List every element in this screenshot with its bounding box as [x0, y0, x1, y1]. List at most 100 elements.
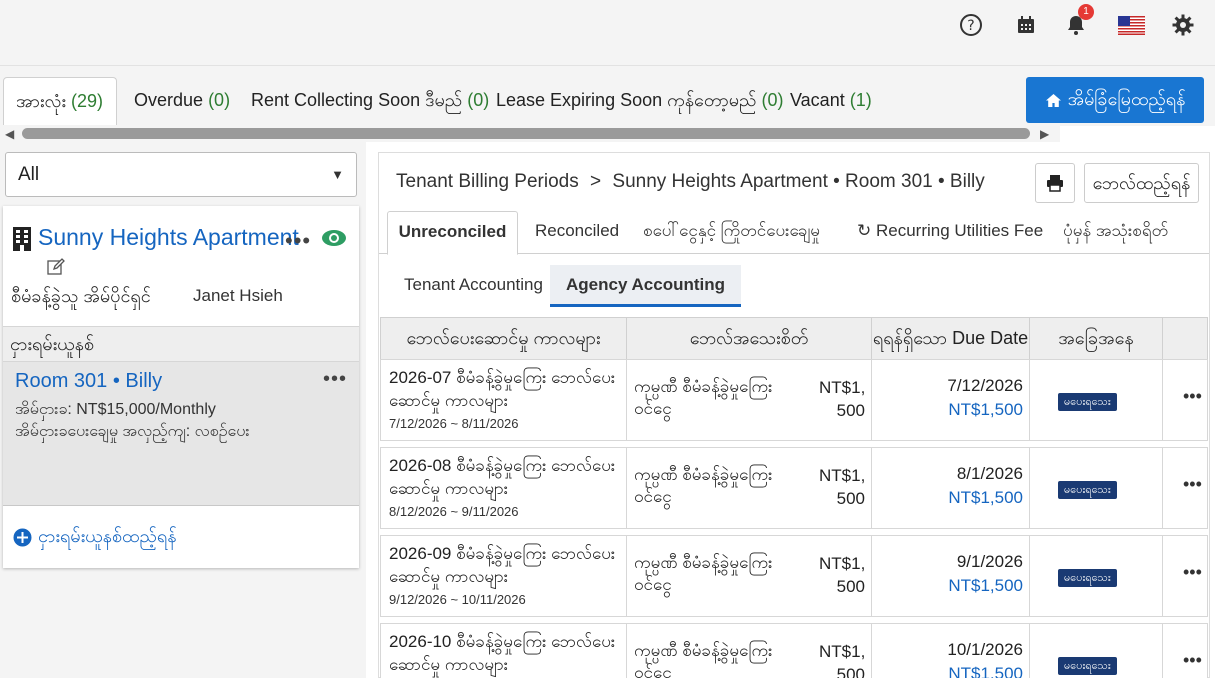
- billing-panel: Tenant Billing Periods > Sunny Heights A…: [378, 152, 1210, 678]
- notification-badge: 1: [1078, 4, 1094, 20]
- tab-vacant[interactable]: Vacant (1): [778, 77, 884, 125]
- row-more-icon[interactable]: •••: [1183, 474, 1202, 495]
- add-property-button[interactable]: အိမ်ခြံမြေထည့်ရန်: [1026, 77, 1204, 123]
- subtab-agency-accounting[interactable]: Agency Accounting: [550, 265, 741, 307]
- period-range: 9/12/2026 ~ 10/11/2026: [389, 592, 526, 607]
- due-cell: 10/1/2026 NT$1,500: [872, 624, 1030, 678]
- tab-label: Overdue: [134, 90, 204, 110]
- printer-icon: [1047, 175, 1063, 192]
- bill-item-name: ကုမ္ပဏီ စီမံခန့်ခွဲမှုကြေး ဝင်ငွေ: [634, 377, 773, 418]
- property-more-icon[interactable]: •••: [285, 228, 311, 254]
- title-separator: •: [112, 370, 120, 392]
- owner-name: Janet Hsieh: [193, 286, 283, 305]
- scrollbar-thumb[interactable]: [22, 128, 1030, 139]
- due-amount[interactable]: NT$1,500: [948, 576, 1023, 596]
- status-cell: မပေးရသေး: [1030, 448, 1163, 528]
- col-header-actions: [1163, 318, 1207, 359]
- due-cell: 8/1/2026 NT$1,500: [872, 448, 1030, 528]
- property-card: Sunny Heights Apartment ••• စီမံခန့်ခွဲသ…: [3, 206, 359, 568]
- calendar-icon[interactable]: [1013, 12, 1039, 38]
- row-more-icon[interactable]: •••: [1183, 562, 1202, 583]
- svg-text:?: ?: [967, 18, 974, 34]
- breadcrumb-root[interactable]: Tenant Billing Periods: [396, 171, 579, 192]
- tab-label: Vacant: [790, 90, 845, 110]
- plus-circle-icon: [13, 528, 32, 547]
- due-date: 10/1/2026: [947, 640, 1023, 659]
- eye-icon[interactable]: [321, 229, 347, 247]
- breadcrumb: Tenant Billing Periods > Sunny Heights A…: [396, 171, 985, 193]
- status-cell: မပေးရသေး: [1030, 624, 1163, 678]
- bell-icon[interactable]: 1: [1063, 4, 1094, 38]
- tab-count: (0): [208, 90, 231, 110]
- due-amount[interactable]: NT$1,500: [948, 664, 1023, 678]
- lease-unit-item[interactable]: Room 301 • Billy ••• အိမ်ငှားခ: NT$15,00…: [3, 362, 359, 506]
- scroll-left-icon[interactable]: ◀: [5, 126, 14, 142]
- tab-all[interactable]: အားလုံး (29): [3, 77, 117, 125]
- tenant-name: Billy: [125, 370, 163, 392]
- period-title: 2026-08 စီမံခန့်ခွဲမှုကြေး ဘေလ်ပေးဆောင်မ…: [389, 456, 616, 498]
- table-row[interactable]: 2026-10 စီမံခန့်ခွဲမှုကြေး ဘေလ်ပေးဆောင်မ…: [380, 623, 1208, 678]
- refresh-icon: ↻: [857, 221, 872, 240]
- tab-rent-collecting-soon[interactable]: Rent Collecting Soon ဒီမည် (0): [239, 77, 501, 125]
- breadcrumb-separator: >: [590, 171, 602, 192]
- add-lease-unit-button[interactable]: ငှားရမ်းယူနစ်ထည့်ရန်: [13, 524, 177, 551]
- period-title: 2026-10 စီမံခန့်ခွဲမှုကြေး ဘေလ်ပေးဆောင်မ…: [389, 632, 616, 674]
- col-header-details: ဘေလ်အသေးစိတ်: [627, 318, 872, 359]
- tab-recurring-utilities[interactable]: ↻ Recurring Utilities Fee: [857, 211, 1043, 254]
- print-button[interactable]: [1035, 163, 1075, 203]
- tabs-scrollbar[interactable]: ◀ ▶: [0, 126, 1060, 142]
- row-more-icon[interactable]: •••: [1183, 650, 1202, 671]
- tab-label: Lease Expiring Soon ကုန်တော့မည်: [496, 90, 757, 110]
- period-range: 7/12/2026 ~ 8/11/2026: [389, 416, 519, 431]
- bill-item-name: ကုမ္ပဏီ စီမံခန့်ခွဲမှုကြေး ဝင်ငွေ: [634, 641, 773, 678]
- status-badge: မပေးရသေး: [1058, 393, 1117, 411]
- subtab-tenant-accounting[interactable]: Tenant Accounting: [388, 265, 559, 307]
- help-icon[interactable]: ?: [958, 12, 984, 38]
- col-header-status: အခြေအနေ: [1030, 318, 1163, 359]
- lease-unit-title[interactable]: Room 301 • Billy: [15, 370, 162, 393]
- tab-overdue[interactable]: Overdue (0): [122, 77, 242, 125]
- bill-item-amount: NT$1, 500: [819, 466, 866, 508]
- billing-tabs: Unreconciled Reconciled စပေါ်ငွေနှင့် ကြ…: [379, 209, 1209, 255]
- actions-cell: •••: [1163, 448, 1207, 528]
- due-amount[interactable]: NT$1,500: [948, 400, 1023, 420]
- period-title: 2026-09 စီမံခန့်ခွဲမှုကြေး ဘေလ်ပေးဆောင်မ…: [389, 544, 616, 586]
- period-cell: 2026-10 စီမံခန့်ခွဲမှုကြေး ဘေလ်ပေးဆောင်မ…: [381, 624, 627, 678]
- property-name[interactable]: Sunny Heights Apartment: [38, 224, 299, 251]
- table-row[interactable]: 2026-09 စီမံခန့်ခွဲမှုကြေး ဘေလ်ပေးဆောင်မ…: [380, 535, 1208, 617]
- gear-icon[interactable]: [1170, 12, 1196, 38]
- tab-deposits-prepayments[interactable]: စပေါ်ငွေနှင့် ကြိုတင်ပေးချေမှု: [643, 211, 820, 254]
- property-filter-select[interactable]: All ▼: [5, 152, 357, 197]
- tab-count: (1): [849, 90, 872, 110]
- bill-item-amount: NT$1, 500: [819, 378, 866, 420]
- period-cell: 2026-09 စီမံခန့်ခွဲမှုကြေး ဘေလ်ပေးဆောင်မ…: [381, 536, 627, 616]
- caret-down-icon: ▼: [331, 167, 344, 182]
- tab-unreconciled[interactable]: Unreconciled: [387, 211, 518, 255]
- table-row[interactable]: 2026-08 စီမံခန့်ခွဲမှုကြေး ဘေလ်ပေးဆောင်မ…: [380, 447, 1208, 529]
- row-more-icon[interactable]: •••: [1183, 386, 1202, 407]
- bill-item-name: ကုမ္ပဏီ စီမံခန့်ခွဲမှုကြေး ဝင်ငွေ: [634, 553, 773, 594]
- tab-lease-expiring-soon[interactable]: Lease Expiring Soon ကုန်တော့မည် (0): [484, 77, 795, 125]
- details-cell: ကုမ္ပဏီ စီမံခန့်ခွဲမှုကြေး ဝင်ငွေ NT$1, …: [627, 360, 872, 440]
- us-flag-icon[interactable]: [1117, 12, 1145, 38]
- lease-unit-more-icon[interactable]: •••: [323, 368, 347, 391]
- edit-icon[interactable]: [47, 258, 65, 276]
- accounting-subtabs: Tenant Accounting Agency Accounting: [379, 257, 1209, 309]
- col-header-period: ဘေလ်ပေးဆောင်မှု ကာလများ: [381, 318, 627, 359]
- tab-regular-expenses[interactable]: ပုံမှန် အသုံးစရိတ်: [1063, 211, 1168, 254]
- add-bill-button[interactable]: ဘေလ်ထည့်ရန်: [1084, 163, 1199, 203]
- status-badge: မပေးရသေး: [1058, 657, 1117, 675]
- top-bar: ? 1: [0, 0, 1215, 66]
- bill-item-amount: NT$1, 500: [819, 642, 866, 678]
- table-row[interactable]: 2026-07 စီမံခန့်ခွဲမှုကြေး ဘေလ်ပေးဆောင်မ…: [380, 359, 1208, 441]
- due-amount[interactable]: NT$1,500: [948, 488, 1023, 508]
- select-value: All: [18, 164, 40, 185]
- add-lease-unit-label: ငှားရမ်းယူနစ်ထည့်ရန်: [38, 526, 177, 546]
- details-cell: ကုမ္ပဏီ စီမံခန့်ခွဲမှုကြေး ဝင်ငွေ NT$1, …: [627, 536, 872, 616]
- status-badge: မပေးရသေး: [1058, 569, 1117, 587]
- status-badge: မပေးရသေး: [1058, 481, 1117, 499]
- tab-reconciled[interactable]: Reconciled: [535, 211, 619, 254]
- scroll-right-icon[interactable]: ▶: [1040, 126, 1049, 142]
- period-title: 2026-07 စီမံခန့်ခွဲမှုကြေး ဘေလ်ပေးဆောင်မ…: [389, 368, 616, 410]
- col-header-due-date: ရရန်ရှိသော Due Date: [872, 318, 1030, 359]
